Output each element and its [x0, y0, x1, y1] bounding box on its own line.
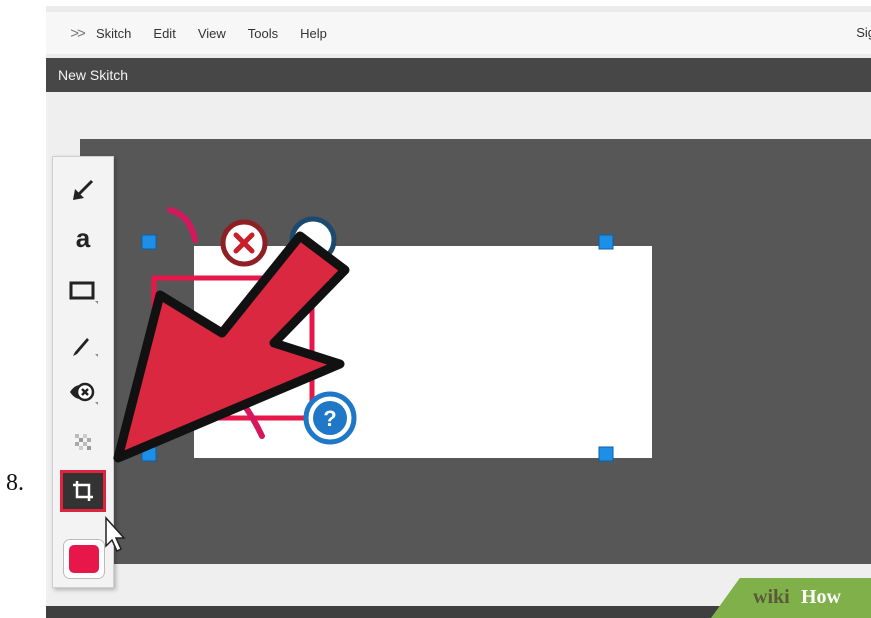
crop-icon — [73, 481, 93, 501]
watermark-suffix: How — [801, 586, 841, 608]
skitch-window: >> Skitch Edit View Tools Help Sig New S… — [46, 0, 871, 618]
text-icon: a — [75, 222, 91, 253]
pixelate-tool[interactable] — [60, 421, 106, 463]
pixelate-icon — [75, 434, 91, 450]
menu-item-edit[interactable]: Edit — [153, 26, 175, 41]
watermark-background — [711, 578, 871, 618]
wikihow-watermark: wiki How — [711, 578, 871, 618]
arrow-tool[interactable] — [60, 169, 106, 211]
text-tool[interactable]: a — [60, 217, 106, 259]
menu-item-skitch[interactable]: Skitch — [96, 26, 131, 41]
arrow-icon — [73, 179, 94, 200]
stamp-tool[interactable] — [60, 371, 106, 413]
skitch-logo-icon[interactable]: >> — [58, 25, 96, 42]
selected-color — [69, 545, 99, 573]
document-title: New Skitch — [58, 67, 129, 83]
pen-tool[interactable] — [60, 323, 106, 365]
captured-image[interactable] — [194, 246, 652, 458]
menu-item-view[interactable]: View — [198, 26, 226, 41]
color-picker[interactable] — [63, 539, 105, 579]
step-number: 8. — [6, 470, 24, 496]
pen-icon — [73, 338, 98, 357]
menu-bar: >> Skitch Edit View Tools Help Sig — [46, 12, 871, 54]
sign-in-link[interactable]: Sig — [856, 25, 871, 40]
tool-palette: a — [52, 156, 114, 588]
stamp-icon — [70, 382, 98, 405]
menu-item-tools[interactable]: Tools — [248, 26, 278, 41]
watermark-prefix: wiki — [753, 586, 790, 608]
rectangle-icon — [69, 281, 98, 304]
shape-tool[interactable] — [60, 270, 106, 312]
menu-item-help[interactable]: Help — [300, 26, 327, 41]
document-title-bar: New Skitch — [46, 58, 871, 92]
crop-tool[interactable] — [60, 470, 106, 512]
